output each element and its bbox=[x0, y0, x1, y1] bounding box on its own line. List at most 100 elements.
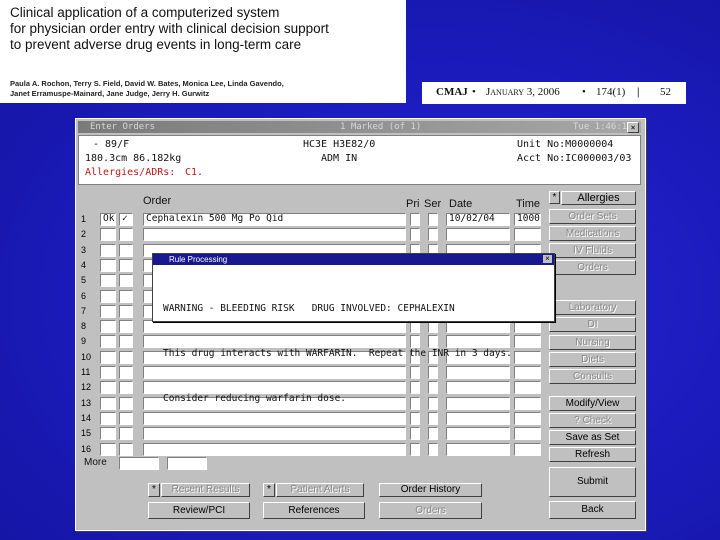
back-button[interactable]: Back bbox=[549, 501, 636, 519]
nursing-button[interactable]: Nursing bbox=[549, 335, 636, 350]
recent-results-star-button[interactable]: * bbox=[148, 483, 160, 497]
allergies-button[interactable]: Allergies bbox=[561, 191, 636, 205]
refresh-button[interactable]: Refresh bbox=[549, 447, 636, 462]
pri-field[interactable] bbox=[410, 213, 420, 226]
unit-number: Unit No:M0000004 bbox=[517, 139, 614, 150]
review-pci-button[interactable]: Review/PCI bbox=[148, 502, 250, 519]
date-column-header: Date bbox=[449, 198, 473, 210]
ok-field[interactable] bbox=[100, 427, 116, 440]
ok-field[interactable] bbox=[100, 335, 116, 348]
journal-volume: 174(1) bbox=[596, 86, 626, 98]
ser-field[interactable] bbox=[428, 228, 438, 241]
pri-field[interactable] bbox=[410, 443, 420, 456]
time-field[interactable]: 1000 bbox=[514, 213, 541, 226]
consults-button[interactable]: Consults bbox=[549, 369, 636, 384]
iv-fluids-button[interactable]: IV Fluids bbox=[549, 243, 636, 258]
ok-field[interactable] bbox=[100, 397, 116, 410]
ok-field[interactable] bbox=[100, 320, 116, 333]
select-checkbox[interactable] bbox=[119, 397, 133, 410]
row-number: 10 bbox=[81, 352, 92, 362]
select-checkbox[interactable] bbox=[119, 351, 133, 364]
allergies-star-button[interactable]: * bbox=[549, 191, 560, 204]
row-number: 4 bbox=[81, 260, 87, 270]
ok-field[interactable] bbox=[100, 412, 116, 425]
time-field[interactable] bbox=[514, 228, 541, 241]
order-sets-button[interactable]: Order Sets bbox=[549, 209, 636, 224]
order-field[interactable] bbox=[143, 443, 406, 456]
select-checkbox[interactable] bbox=[119, 290, 133, 303]
dialog-message: WARNING - BLEEDING RISK DRUG INVOLVED: C… bbox=[163, 271, 548, 436]
select-checkbox[interactable] bbox=[119, 305, 133, 318]
ser-field[interactable] bbox=[428, 443, 438, 456]
ok-field[interactable] bbox=[100, 244, 116, 257]
select-checkbox[interactable] bbox=[119, 244, 133, 257]
time-field[interactable] bbox=[514, 443, 541, 456]
more-field-2[interactable] bbox=[167, 457, 207, 470]
row-number: 2 bbox=[81, 229, 87, 239]
ok-field[interactable] bbox=[100, 443, 116, 456]
paper-title: Clinical application of a computerized s… bbox=[10, 5, 402, 53]
diets-button[interactable]: Diets bbox=[549, 352, 636, 367]
di-button[interactable]: DI bbox=[549, 317, 636, 332]
save-as-set-button[interactable]: Save as Set bbox=[549, 430, 636, 445]
order-field[interactable]: Cephalexin 500 Mg Po Qid bbox=[143, 213, 406, 226]
journal-name: CMAJ bbox=[436, 86, 468, 98]
ok-field[interactable]: Ok bbox=[100, 213, 116, 226]
row-number: 12 bbox=[81, 382, 92, 392]
medications-button[interactable]: Medications bbox=[549, 226, 636, 241]
pri-field[interactable] bbox=[410, 228, 420, 241]
ok-field[interactable] bbox=[100, 381, 116, 394]
select-checkbox[interactable] bbox=[119, 381, 133, 394]
laboratory-button[interactable]: Laboratory bbox=[549, 300, 636, 315]
more-field-1[interactable] bbox=[119, 457, 159, 470]
ok-field[interactable] bbox=[100, 351, 116, 364]
ok-field[interactable] bbox=[100, 274, 116, 287]
row-number: 14 bbox=[81, 413, 92, 423]
select-checkbox[interactable] bbox=[119, 228, 133, 241]
date-field[interactable] bbox=[446, 443, 510, 456]
order-field[interactable] bbox=[143, 228, 406, 241]
row-number: 16 bbox=[81, 444, 92, 454]
row-number: 9 bbox=[81, 336, 87, 346]
window-datetime: Tue 1:46:10 bbox=[573, 122, 633, 132]
select-checkbox[interactable] bbox=[119, 274, 133, 287]
date-field[interactable]: 10/02/04 bbox=[446, 213, 510, 226]
ok-field[interactable] bbox=[100, 305, 116, 318]
submit-button[interactable]: Submit bbox=[549, 467, 636, 497]
title-line: to prevent adverse drug events in long-t… bbox=[10, 37, 302, 52]
select-checkbox[interactable] bbox=[119, 320, 133, 333]
order-column-header: Order bbox=[143, 195, 172, 207]
select-checkbox[interactable] bbox=[119, 412, 133, 425]
patient-alerts-button[interactable]: Patient Alerts bbox=[276, 483, 364, 497]
references-button[interactable]: References bbox=[263, 502, 365, 519]
dialog-titlebar[interactable]: Rule Processing × bbox=[153, 254, 554, 265]
orders-bottom-button[interactable]: Orders bbox=[379, 502, 482, 519]
patient-alerts-star-button[interactable]: * bbox=[263, 483, 275, 497]
date-field[interactable] bbox=[446, 228, 510, 241]
check-button[interactable]: ? Check bbox=[549, 413, 636, 428]
select-checkbox[interactable] bbox=[119, 443, 133, 456]
window-titlebar[interactable]: Enter Orders 1 Marked (of 1) Tue 1:46:10… bbox=[78, 121, 641, 133]
row-number: 3 bbox=[81, 245, 87, 255]
dialog-close-icon[interactable]: × bbox=[543, 255, 552, 263]
modify-view-button[interactable]: Modify/View bbox=[549, 396, 636, 411]
select-checkbox[interactable]: ✓ bbox=[119, 213, 133, 226]
orders-side-button[interactable]: Orders bbox=[549, 260, 636, 275]
ok-field[interactable] bbox=[100, 290, 116, 303]
warning-line: WARNING - BLEEDING RISK DRUG INVOLVED: C… bbox=[163, 303, 455, 314]
order-history-button[interactable]: Order History bbox=[379, 483, 482, 497]
ok-field[interactable] bbox=[100, 366, 116, 379]
recent-results-button[interactable]: Recent Results bbox=[161, 483, 250, 497]
select-checkbox[interactable] bbox=[119, 335, 133, 348]
select-checkbox[interactable] bbox=[119, 427, 133, 440]
account-number: Acct No:IC000003/03 bbox=[517, 153, 632, 164]
ok-field[interactable] bbox=[100, 259, 116, 272]
select-checkbox[interactable] bbox=[119, 259, 133, 272]
more-label: More bbox=[84, 457, 107, 468]
close-icon[interactable]: × bbox=[627, 122, 639, 133]
ok-field[interactable] bbox=[100, 228, 116, 241]
select-checkbox[interactable] bbox=[119, 366, 133, 379]
journal-date: January 3, 2006 bbox=[486, 86, 560, 98]
ser-field[interactable] bbox=[428, 213, 438, 226]
time-column-header: Time bbox=[516, 198, 541, 210]
